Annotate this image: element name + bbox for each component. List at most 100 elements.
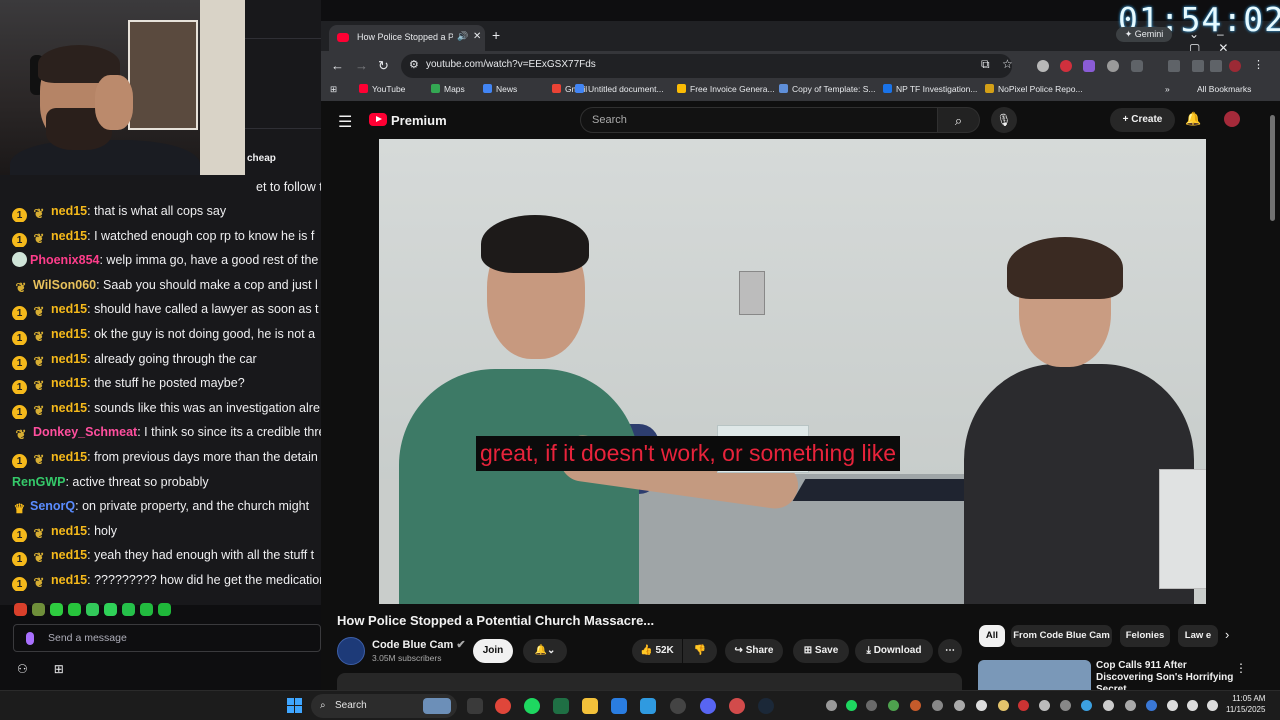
excel-icon[interactable] bbox=[553, 698, 569, 714]
voice-search-button[interactable]: 🎙 bbox=[991, 107, 1017, 133]
taskbar-search[interactable]: ⌕ Search bbox=[311, 694, 457, 718]
bits-badge-icon[interactable]: ❦ bbox=[30, 452, 48, 467]
tray-icon[interactable] bbox=[1018, 700, 1029, 711]
bits-badge-icon[interactable]: ❦ bbox=[12, 280, 30, 295]
youtube-brand[interactable]: Premium bbox=[391, 113, 447, 128]
cast-icon[interactable]: ⧉ bbox=[981, 57, 990, 72]
chat-username[interactable]: ned15 bbox=[51, 204, 87, 218]
chat-username[interactable]: ned15 bbox=[51, 573, 87, 587]
gemini-button[interactable]: ✦ Gemini bbox=[1116, 27, 1172, 42]
emote-row[interactable] bbox=[14, 603, 176, 619]
notepad-icon[interactable] bbox=[640, 698, 656, 714]
file-explorer-icon[interactable] bbox=[582, 698, 598, 714]
extensions-puzzle-icon[interactable] bbox=[1131, 60, 1143, 72]
filter-chip[interactable]: Felonies bbox=[1120, 625, 1170, 647]
bits-badge-icon[interactable]: ❦ bbox=[30, 354, 48, 369]
filter-chip[interactable]: All bbox=[979, 625, 1005, 647]
crown-badge-icon[interactable]: ♛ bbox=[12, 501, 27, 516]
sub-badge-icon[interactable]: 1 bbox=[12, 355, 27, 370]
bits-badge-icon[interactable]: ❦ bbox=[30, 206, 48, 221]
sub-badge-icon[interactable]: 1 bbox=[12, 232, 27, 247]
obs-icon[interactable] bbox=[670, 698, 686, 714]
photos-icon[interactable] bbox=[611, 698, 627, 714]
sub-badge-icon[interactable]: 1 bbox=[12, 208, 27, 222]
profile-avatar[interactable] bbox=[1229, 60, 1241, 72]
apps-grid-icon[interactable]: ⊞ bbox=[330, 84, 337, 95]
chat-username[interactable]: ned15 bbox=[51, 302, 87, 316]
page-scrollbar[interactable] bbox=[1266, 101, 1280, 690]
lens-icon[interactable] bbox=[1210, 60, 1222, 72]
back-icon[interactable]: ← bbox=[331, 58, 344, 73]
channel-avatar[interactable] bbox=[337, 637, 365, 665]
join-button[interactable]: Join bbox=[473, 639, 513, 663]
taskbar-clock[interactable]: 11:05 AM 11/15/2025 bbox=[1226, 693, 1265, 715]
bookmark-item[interactable]: News bbox=[483, 84, 517, 94]
notifications-bell-icon[interactable]: 🔔 bbox=[1185, 111, 1201, 127]
bits-badge-icon[interactable]: ❦ bbox=[30, 231, 48, 246]
gift-icon[interactable]: ⊞ bbox=[54, 662, 64, 676]
tray-icon[interactable] bbox=[910, 700, 921, 711]
volume-icon[interactable] bbox=[1207, 700, 1218, 711]
chat-username[interactable]: ned15 bbox=[51, 450, 87, 464]
sub-badge-icon[interactable]: 1 bbox=[12, 331, 27, 345]
more-bookmarks-icon[interactable]: » bbox=[1165, 84, 1170, 94]
bluetooth-icon[interactable] bbox=[1146, 700, 1157, 711]
new-tab-button[interactable]: + bbox=[492, 27, 500, 43]
tray-icon[interactable] bbox=[954, 700, 965, 711]
hamburger-menu-icon[interactable]: ☰ bbox=[338, 112, 352, 132]
steam-icon[interactable] bbox=[758, 698, 774, 714]
windows-start-icon[interactable] bbox=[287, 698, 302, 713]
extension-icon[interactable] bbox=[1083, 60, 1095, 72]
close-tab-icon[interactable]: ✕ bbox=[473, 31, 481, 42]
tray-icon[interactable] bbox=[998, 700, 1009, 711]
tray-icon[interactable] bbox=[1167, 700, 1178, 711]
bits-badge-icon[interactable]: ❦ bbox=[12, 427, 30, 442]
reload-icon[interactable]: ↻ bbox=[378, 58, 389, 74]
app-icon[interactable] bbox=[729, 698, 745, 714]
download-button[interactable]: ⤓ Download bbox=[855, 639, 933, 663]
bookmark-item[interactable]: Untitled document... bbox=[575, 84, 664, 94]
sub-badge-icon[interactable]: 1 bbox=[12, 577, 27, 591]
extension-icon[interactable] bbox=[1037, 60, 1049, 72]
recommended-more-icon[interactable]: ⋮ bbox=[1235, 661, 1247, 675]
spotify-icon[interactable] bbox=[524, 698, 540, 714]
site-info-icon[interactable]: ⚙ bbox=[409, 58, 419, 71]
sub-badge-icon[interactable]: 1 bbox=[12, 552, 27, 567]
chat-username[interactable]: ned15 bbox=[51, 548, 87, 562]
sub-badge-icon[interactable]: 1 bbox=[12, 454, 27, 468]
bits-badge-icon[interactable]: ❦ bbox=[30, 329, 48, 344]
sub-badge-icon[interactable]: 1 bbox=[12, 306, 27, 321]
bits-badge-icon[interactable]: ❦ bbox=[30, 575, 48, 590]
tray-icon[interactable] bbox=[1039, 700, 1050, 711]
video-player[interactable] bbox=[379, 139, 1206, 604]
description-box[interactable] bbox=[337, 673, 962, 690]
avatar[interactable] bbox=[1224, 111, 1240, 127]
tray-spotify-icon[interactable] bbox=[846, 700, 857, 711]
tab-youtube[interactable]: How Police Stopped a Potential Church Ma… bbox=[329, 25, 485, 51]
chat-username[interactable]: SenorQ bbox=[30, 499, 75, 513]
sidepanel-icon[interactable] bbox=[1168, 60, 1180, 72]
wifi-icon[interactable] bbox=[1187, 700, 1198, 711]
chat-username[interactable]: ned15 bbox=[51, 352, 87, 366]
sub-badge-icon[interactable]: 1 bbox=[12, 404, 27, 419]
filter-chip[interactable]: From Code Blue Cam bbox=[1011, 625, 1112, 647]
chat-username[interactable]: ned15 bbox=[51, 229, 87, 243]
save-button[interactable]: ⊞ Save bbox=[793, 639, 849, 663]
chat-username[interactable]: ned15 bbox=[51, 327, 87, 341]
bits-badge-icon[interactable]: ❦ bbox=[30, 526, 48, 541]
filter-chip[interactable]: Law e bbox=[1178, 625, 1218, 647]
chat-username[interactable]: Donkey_Schmeat bbox=[33, 425, 137, 439]
chat-username[interactable]: ned15 bbox=[51, 376, 87, 390]
extension-icon[interactable] bbox=[1060, 60, 1072, 72]
bookmark-item[interactable]: NP TF Investigation... bbox=[883, 84, 977, 94]
search-input[interactable]: Search bbox=[580, 107, 938, 133]
extension-icon[interactable] bbox=[1107, 60, 1119, 72]
bits-badge-icon[interactable]: ❦ bbox=[30, 403, 48, 418]
mic-icon[interactable] bbox=[26, 632, 34, 645]
chat-username[interactable]: Phoenix854 bbox=[30, 253, 99, 267]
bookmark-item[interactable]: Maps bbox=[431, 84, 465, 94]
bits-badge-icon[interactable]: ❦ bbox=[30, 378, 48, 393]
like-button[interactable]: 👍 52K bbox=[632, 639, 682, 663]
chat-input[interactable]: Send a message bbox=[13, 624, 321, 652]
chevron-right-icon[interactable]: › bbox=[1225, 627, 1229, 642]
